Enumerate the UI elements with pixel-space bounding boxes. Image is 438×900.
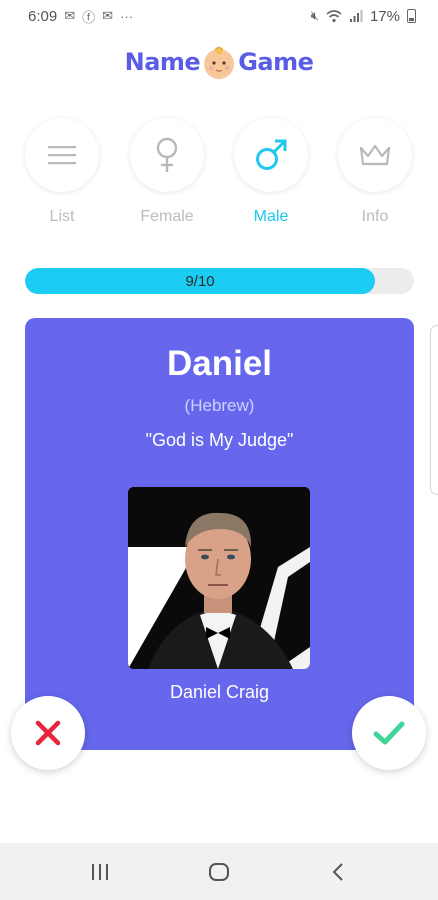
logo-text-game: Game: [238, 48, 314, 76]
baby-face-icon: [204, 46, 235, 79]
nav-circle: [25, 118, 99, 192]
name-origin: (Hebrew): [184, 396, 255, 415]
wifi-icon: [326, 9, 342, 22]
nav-label-info: Info: [361, 208, 389, 225]
nav-item-list[interactable]: List: [22, 118, 102, 226]
nav-circle: [234, 118, 308, 192]
mail-icon: ✉: [64, 8, 76, 23]
name-title: Daniel: [166, 344, 273, 383]
crown-icon: [359, 144, 391, 166]
nav-item-male[interactable]: Male: [231, 118, 311, 226]
category-nav: List Female Male Info: [0, 118, 438, 238]
status-bar: 6:09 ✉ ⓕ ✉ ··· 🔇︎ 17%: [0, 0, 438, 32]
mute-icon: 🔇︎: [310, 8, 319, 23]
nav-label-male: Male: [253, 208, 289, 225]
back-button[interactable]: [308, 852, 368, 892]
nav-item-info[interactable]: Info: [335, 118, 415, 226]
portrait-illustration: [128, 487, 310, 669]
name-card[interactable]: Daniel (Hebrew) "God is My Judge" Daniel…: [25, 318, 414, 750]
male-icon: [256, 139, 287, 170]
photo-caption: Daniel Craig: [169, 682, 270, 702]
close-icon: [35, 720, 61, 746]
home-icon: [208, 862, 229, 881]
status-time: 6:09: [28, 7, 58, 25]
signal-icon: [349, 9, 363, 22]
battery-icon: [407, 9, 416, 23]
accept-button[interactable]: [352, 696, 426, 770]
female-icon: [156, 137, 178, 172]
back-icon: [332, 862, 344, 881]
recent-apps-button[interactable]: [70, 852, 130, 892]
name-meaning: "God is My Judge": [145, 430, 294, 450]
nav-circle: [338, 118, 412, 192]
progress-bar: 9/10: [25, 268, 414, 294]
mail-icon: ✉: [102, 8, 114, 23]
checkmark-icon: [373, 721, 405, 745]
more-notifications-icon: ···: [120, 8, 134, 24]
list-icon: [48, 146, 76, 165]
nav-label-list: List: [49, 208, 75, 225]
nav-label-female: Female: [140, 208, 194, 225]
status-left: 6:09 ✉ ⓕ ✉ ···: [28, 7, 133, 26]
reject-button[interactable]: [11, 696, 85, 770]
nav-item-female[interactable]: Female: [127, 118, 207, 226]
battery-percent: 17%: [369, 7, 400, 25]
nav-circle: [130, 118, 204, 192]
facebook-icon: ⓕ: [82, 9, 96, 25]
progress-fill: 9/10: [25, 268, 376, 294]
status-right: 🔇︎ 17%: [311, 8, 416, 25]
system-nav-bar: [0, 843, 438, 900]
logo-text-name: Name: [124, 48, 201, 76]
celebrity-photo: [128, 487, 310, 669]
progress-text: 9/10: [185, 272, 215, 290]
home-button[interactable]: [189, 852, 249, 892]
side-panel-handle[interactable]: [430, 325, 438, 495]
recent-apps-icon: [91, 863, 108, 880]
app-logo: Name Game: [0, 44, 438, 80]
